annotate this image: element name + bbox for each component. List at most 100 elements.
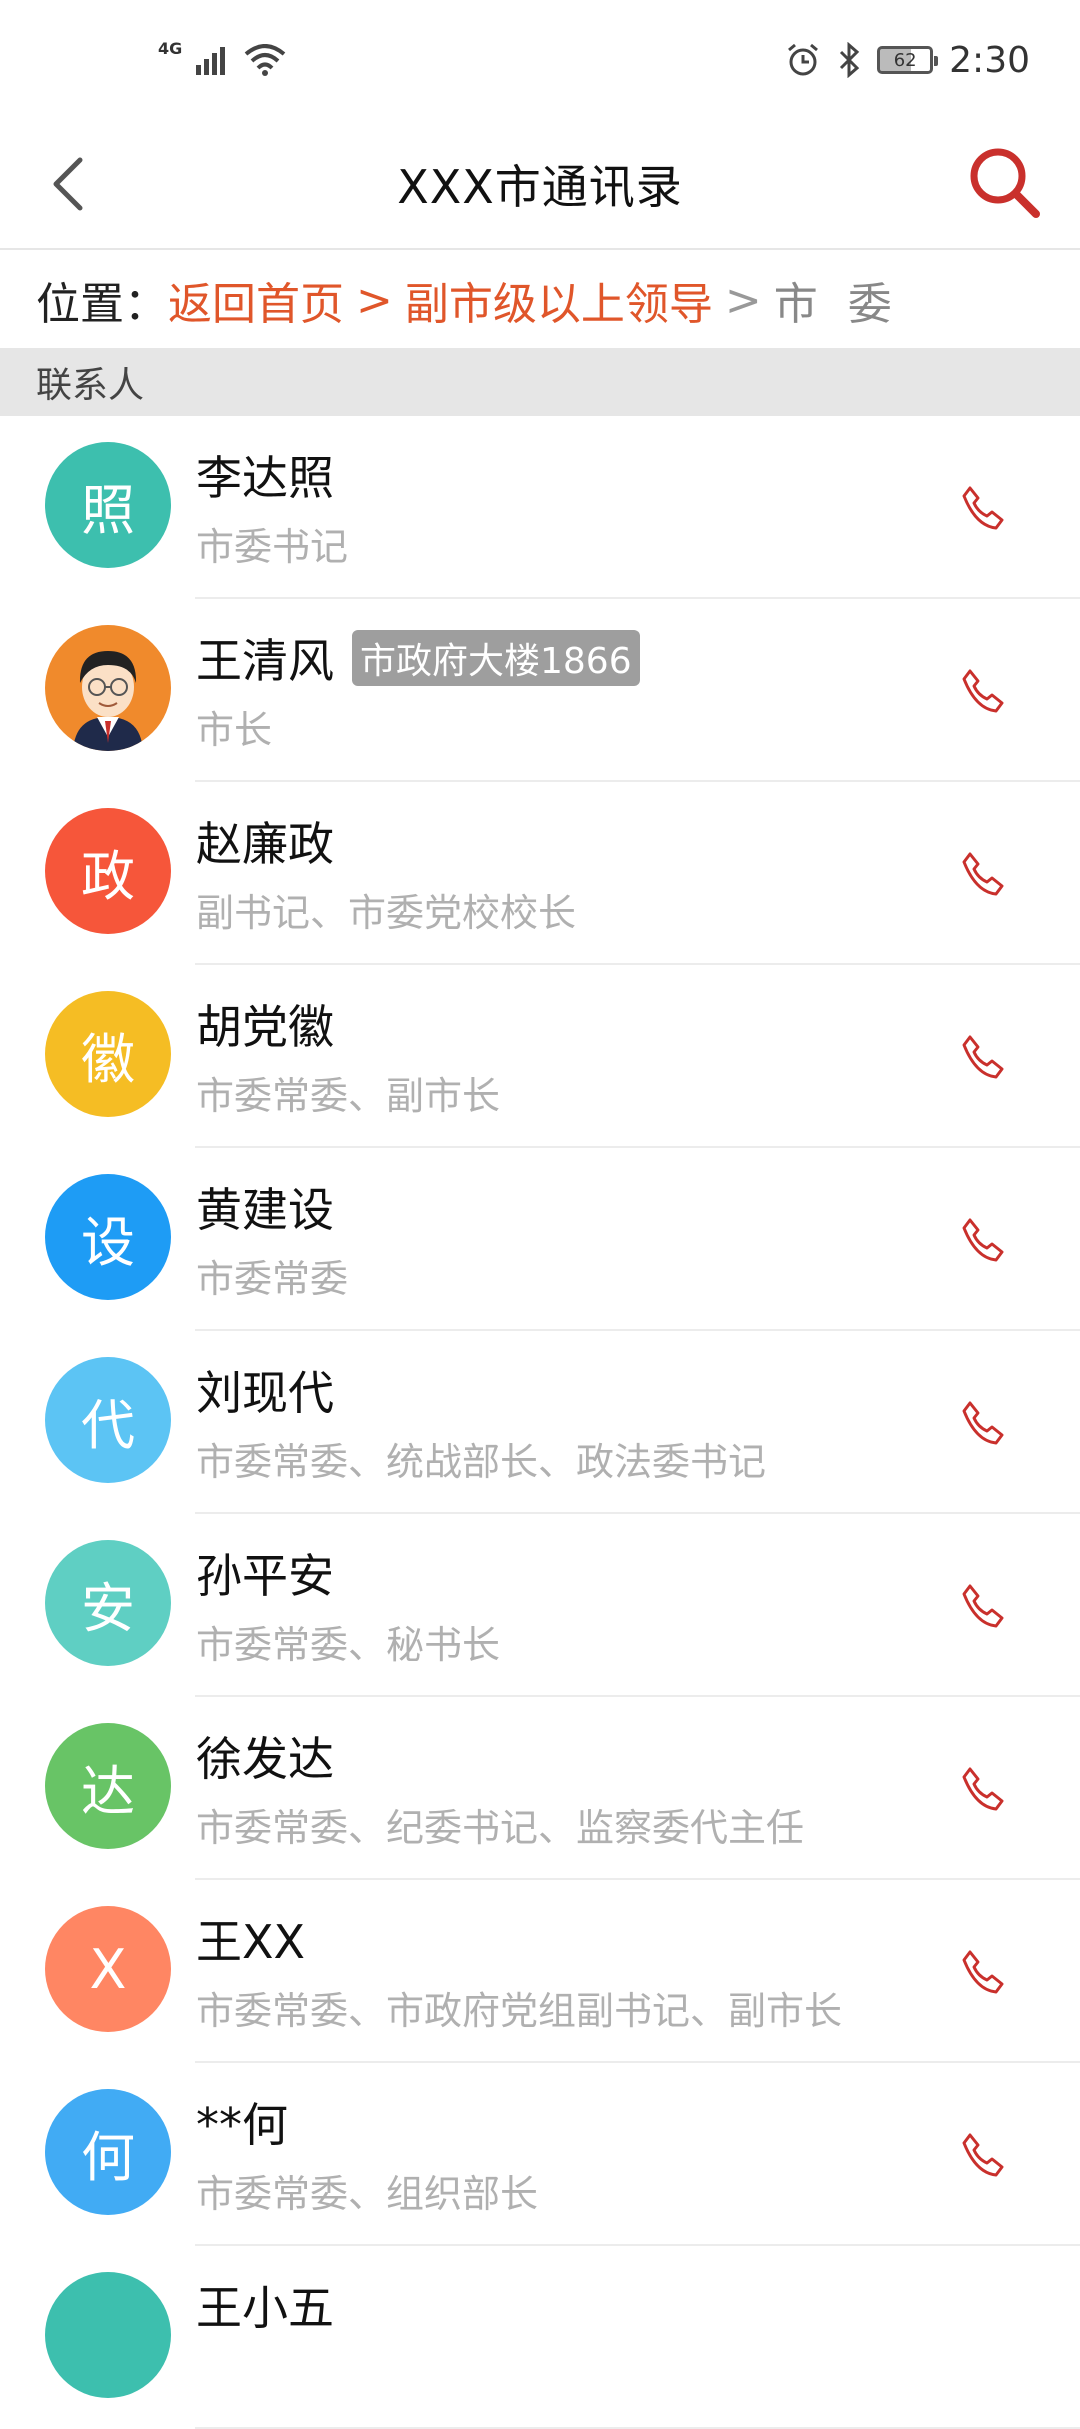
avatar: 设 bbox=[45, 1174, 171, 1300]
phone-icon[interactable] bbox=[956, 665, 1008, 717]
section-header-contacts: 联系人 bbox=[0, 348, 1080, 416]
phone-icon[interactable] bbox=[956, 482, 1008, 534]
contact-name: 徐发达 bbox=[196, 1732, 334, 1786]
contact-name: 刘现代 bbox=[196, 1366, 334, 1420]
contact-row[interactable]: 代 刘现代 市委常委、统战部长、政法委书记 bbox=[0, 1331, 1080, 1514]
contact-name: 赵廉政 bbox=[196, 817, 334, 871]
contact-row[interactable]: 王小五 bbox=[0, 2246, 1080, 2429]
phone-icon[interactable] bbox=[956, 1580, 1008, 1632]
avatar-initial: 代 bbox=[81, 1393, 135, 1457]
avatar-initial: 设 bbox=[81, 1210, 135, 1274]
avatar-initial: 徽 bbox=[81, 1027, 135, 1091]
battery-icon: 62 bbox=[877, 46, 939, 74]
name-line: 李达照 bbox=[196, 442, 334, 508]
avatar bbox=[45, 2272, 171, 2398]
name-line: 黄建设 bbox=[196, 1174, 334, 1240]
contact-row[interactable]: 王清风 市政府大楼1866 市长 bbox=[0, 599, 1080, 782]
contact-name: **何 bbox=[196, 2098, 288, 2152]
person-cartoon-icon bbox=[73, 651, 143, 751]
contact-title: 副书记、市委党校校长 bbox=[196, 891, 577, 935]
alarm-icon bbox=[788, 43, 819, 76]
bluetooth-icon bbox=[840, 42, 860, 78]
contact-row[interactable]: X 王XX 市委常委、市政府党组副书记、副市长 bbox=[0, 1880, 1080, 2063]
phone-icon[interactable] bbox=[956, 1214, 1008, 1266]
contact-name: 孙平安 bbox=[196, 1549, 334, 1603]
contact-list: 照 李达照 市委书记 王清风 市政府大楼1866 市长 政 赵廉政 副书记、市委… bbox=[0, 416, 1080, 2429]
avatar: 照 bbox=[45, 442, 171, 568]
battery-level: 62 bbox=[893, 49, 917, 71]
breadcrumb-link-leaders[interactable]: 副市级以上领导 bbox=[405, 268, 713, 332]
contact-title: 市委常委、副市长 bbox=[196, 1074, 501, 1118]
contact-title: 市委书记 bbox=[196, 525, 349, 569]
phone-icon[interactable] bbox=[956, 848, 1008, 900]
name-line: 王XX bbox=[196, 1906, 305, 1972]
breadcrumb-separator: > bbox=[724, 274, 762, 326]
contact-row[interactable]: 政 赵廉政 副书记、市委党校校长 bbox=[0, 782, 1080, 965]
signal-icon bbox=[196, 47, 226, 75]
contact-title: 市委常委、纪委书记、监察委代主任 bbox=[196, 1806, 805, 1850]
contact-row[interactable]: 设 黄建设 市委常委 bbox=[0, 1148, 1080, 1331]
avatar: 安 bbox=[45, 1540, 171, 1666]
name-line: **何 bbox=[196, 2089, 288, 2155]
name-line: 刘现代 bbox=[196, 1357, 334, 1423]
contact-title: 市长 bbox=[196, 708, 273, 752]
phone-icon[interactable] bbox=[956, 1397, 1008, 1449]
network-type-label: 4G bbox=[158, 38, 183, 58]
search-icon[interactable] bbox=[964, 142, 1044, 222]
contact-row[interactable]: 达 徐发达 市委常委、纪委书记、监察委代主任 bbox=[0, 1697, 1080, 1880]
page-title: XXX市通讯录 bbox=[397, 160, 683, 214]
contact-title: 市委常委、秘书长 bbox=[196, 1623, 501, 1667]
office-tag-badge: 市政府大楼1866 bbox=[352, 630, 640, 686]
status-left: 4G bbox=[158, 39, 286, 76]
avatar-initial: 照 bbox=[81, 478, 135, 542]
phone-icon[interactable] bbox=[956, 1763, 1008, 1815]
name-line: 王小五 bbox=[196, 2272, 334, 2338]
breadcrumb-label: 位置： bbox=[36, 279, 168, 330]
name-line: 赵廉政 bbox=[196, 808, 334, 874]
contact-row[interactable]: 何 **何 市委常委、组织部长 bbox=[0, 2063, 1080, 2246]
contact-name: 李达照 bbox=[196, 451, 334, 505]
breadcrumb: 位置： 返回首页 > 副市级以上领导 > 市 委 bbox=[0, 252, 1080, 348]
avatar: 政 bbox=[45, 808, 171, 934]
wifi-icon bbox=[244, 44, 286, 76]
section-header-label: 联系人 bbox=[36, 365, 145, 406]
contact-name: 黄建设 bbox=[196, 1183, 334, 1237]
avatar: 代 bbox=[45, 1357, 171, 1483]
status-bar: 4G 62 2:30 bbox=[0, 0, 1080, 120]
avatar: 徽 bbox=[45, 991, 171, 1117]
contact-row[interactable]: 徽 胡党徽 市委常委、副市长 bbox=[0, 965, 1080, 1148]
avatar-initial: 安 bbox=[81, 1576, 135, 1640]
breadcrumb-current: 市 委 bbox=[773, 279, 900, 330]
contact-title: 市委常委、组织部长 bbox=[196, 2172, 539, 2216]
avatar-photo bbox=[45, 625, 171, 751]
phone-icon[interactable] bbox=[956, 1946, 1008, 1998]
name-line: 胡党徽 bbox=[196, 991, 334, 1057]
status-right: 62 2:30 bbox=[785, 40, 1030, 81]
back-chevron-icon[interactable] bbox=[40, 148, 100, 220]
clock: 2:30 bbox=[949, 39, 1030, 81]
avatar-initial: 何 bbox=[81, 2125, 135, 2189]
contact-title: 市委常委、统战部长、政法委书记 bbox=[196, 1440, 767, 1484]
name-line: 王清风 市政府大楼1866 bbox=[196, 625, 640, 691]
avatar-initial: 政 bbox=[81, 844, 135, 908]
contact-row[interactable]: 安 孙平安 市委常委、秘书长 bbox=[0, 1514, 1080, 1697]
breadcrumb-separator: > bbox=[356, 274, 393, 326]
avatar-initial: X bbox=[89, 1937, 127, 2001]
contact-name: 王小五 bbox=[196, 2281, 334, 2335]
name-line: 孙平安 bbox=[196, 1540, 334, 1606]
contact-name: 胡党徽 bbox=[196, 1000, 334, 1054]
phone-icon[interactable] bbox=[956, 2129, 1008, 2181]
avatar: X bbox=[45, 1906, 171, 2032]
avatar: 达 bbox=[45, 1723, 171, 1849]
contact-name: 王XX bbox=[196, 1915, 306, 1969]
phone-icon[interactable] bbox=[956, 1031, 1008, 1083]
contact-title: 市委常委、市政府党组副书记、副市长 bbox=[196, 1989, 843, 2033]
navigation-bar: XXX市通讯录 bbox=[0, 120, 1080, 250]
name-line: 徐发达 bbox=[196, 1723, 334, 1789]
avatar-initial: 达 bbox=[81, 1759, 135, 1823]
avatar: 何 bbox=[45, 2089, 171, 2215]
contact-row[interactable]: 照 李达照 市委书记 bbox=[0, 416, 1080, 599]
contact-title: 市委常委 bbox=[196, 1257, 349, 1301]
contact-name: 王清风 bbox=[196, 634, 334, 688]
breadcrumb-link-home[interactable]: 返回首页 bbox=[168, 268, 344, 332]
